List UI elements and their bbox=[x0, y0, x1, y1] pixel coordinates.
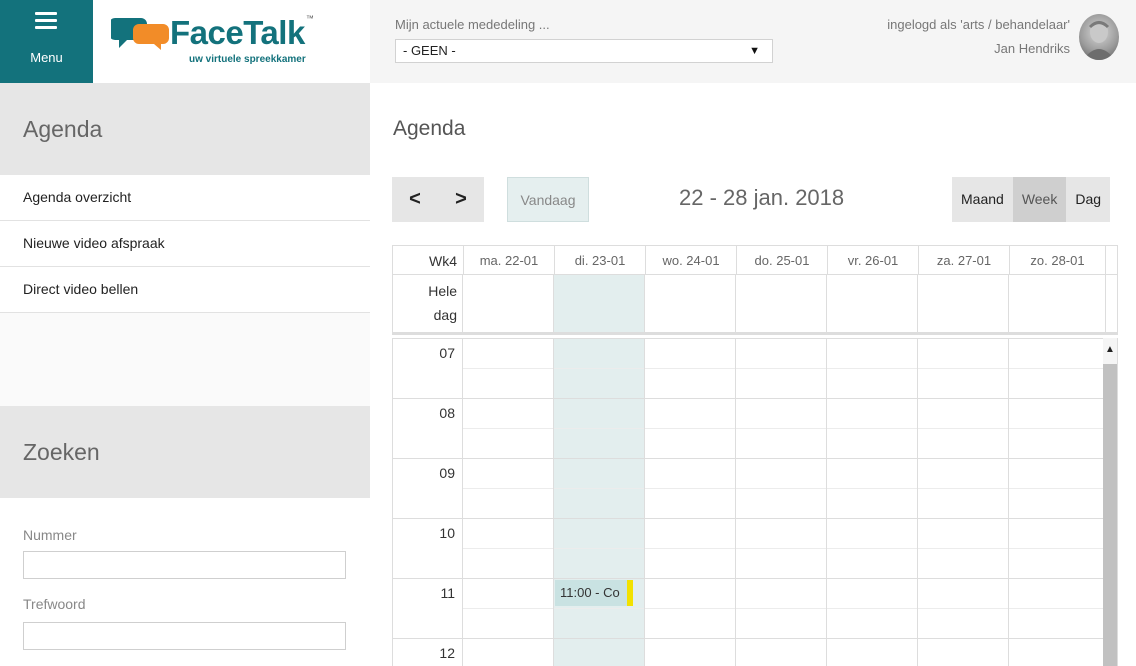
date-nav: < > bbox=[392, 177, 484, 222]
sidebar-item-direct-video-bellen[interactable]: Direct video bellen bbox=[0, 267, 370, 313]
hour-label: 11 bbox=[440, 585, 455, 601]
scrollbar-thumb[interactable] bbox=[1103, 364, 1117, 666]
sidebar-search-heading: Zoeken bbox=[0, 406, 370, 498]
hour-label: 08 bbox=[439, 405, 455, 421]
notice-select[interactable]: - GEEN - ▼ bbox=[395, 39, 773, 63]
sidebar-item-agenda-overzicht[interactable]: Agenda overzicht bbox=[0, 175, 370, 221]
calendar-header: Wk4 ma. 22-01 di. 23-01 wo. 24-01 do. 25… bbox=[392, 245, 1118, 275]
hour-label: 09 bbox=[439, 465, 455, 481]
trefwoord-label: Trefwoord bbox=[23, 596, 86, 612]
day-header[interactable]: vr. 26-01 bbox=[827, 246, 918, 274]
week-calendar: Wk4 ma. 22-01 di. 23-01 wo. 24-01 do. 25… bbox=[392, 245, 1118, 666]
view-day-button[interactable]: Dag bbox=[1066, 177, 1110, 222]
scroll-up-icon[interactable]: ▲ bbox=[1103, 338, 1117, 360]
menu-button[interactable]: Menu bbox=[0, 0, 93, 83]
view-switcher: Maand Week Dag bbox=[952, 177, 1111, 222]
nummer-input[interactable] bbox=[23, 551, 346, 579]
nummer-label: Nummer bbox=[23, 527, 77, 543]
date-range-title: 22 - 28 jan. 2018 bbox=[679, 185, 845, 210]
menu-label: Menu bbox=[30, 50, 63, 65]
hamburger-icon bbox=[35, 12, 57, 33]
time-grid[interactable]: 07 08 09 10 11 12 11:00 - Co ▲ bbox=[392, 338, 1118, 666]
hour-label: 12 bbox=[439, 645, 455, 661]
view-week-button[interactable]: Week bbox=[1012, 177, 1067, 222]
next-week-button[interactable]: > bbox=[438, 177, 484, 222]
allday-row: Hele dag bbox=[392, 275, 1118, 335]
day-header[interactable]: wo. 24-01 bbox=[645, 246, 736, 274]
day-header[interactable]: zo. 28-01 bbox=[1009, 246, 1105, 274]
user-role: ingelogd als 'arts / behandelaar' bbox=[887, 17, 1070, 32]
sidebar-agenda-heading: Agenda bbox=[0, 83, 370, 175]
logo-text: FaceTalk™ bbox=[170, 14, 314, 51]
topbar: Mijn actuele mededeling ... - GEEN - ▼ i… bbox=[370, 0, 1136, 83]
user-photo-icon bbox=[1083, 21, 1115, 60]
today-button[interactable]: Vandaag bbox=[507, 177, 589, 222]
week-number: Wk4 bbox=[429, 253, 457, 269]
calendar-event[interactable]: 11:00 - Co bbox=[555, 580, 633, 606]
view-month-button[interactable]: Maand bbox=[952, 177, 1013, 222]
avatar[interactable] bbox=[1079, 14, 1119, 60]
logo-tagline: uw virtuele spreekkamer bbox=[189, 54, 306, 65]
logo[interactable]: FaceTalk™ uw virtuele spreekkamer bbox=[93, 0, 370, 83]
day-header[interactable]: za. 27-01 bbox=[918, 246, 1009, 274]
notice-select-value: - GEEN - bbox=[403, 43, 456, 58]
trefwoord-input[interactable] bbox=[23, 622, 346, 650]
chat-bubbles-icon bbox=[111, 18, 169, 50]
header-spacer bbox=[1105, 246, 1118, 274]
scrollbar[interactable]: ▲ bbox=[1103, 338, 1117, 666]
hour-label: 10 bbox=[439, 525, 455, 541]
hour-label: 07 bbox=[439, 345, 455, 361]
day-header[interactable]: do. 25-01 bbox=[736, 246, 827, 274]
today-column-highlight bbox=[553, 275, 644, 332]
caret-down-icon: ▼ bbox=[749, 45, 760, 57]
sidebar: Menu FaceTalk™ uw virtuele spreekkamer A… bbox=[0, 0, 370, 666]
user-name: Jan Hendriks bbox=[994, 41, 1070, 56]
allday-label: Hele dag bbox=[428, 283, 457, 323]
sidebar-links: Agenda overzicht Nieuwe video afspraak D… bbox=[0, 175, 370, 313]
today-column-highlight bbox=[553, 338, 644, 666]
sidebar-item-nieuwe-video-afspraak[interactable]: Nieuwe video afspraak bbox=[0, 221, 370, 267]
prev-week-button[interactable]: < bbox=[392, 177, 438, 222]
search-form: Nummer Trefwoord bbox=[0, 498, 370, 666]
day-header[interactable]: di. 23-01 bbox=[554, 246, 645, 274]
day-header[interactable]: ma. 22-01 bbox=[463, 246, 554, 274]
page-title: Agenda bbox=[393, 117, 466, 140]
notice-label: Mijn actuele mededeling ... bbox=[395, 17, 550, 32]
